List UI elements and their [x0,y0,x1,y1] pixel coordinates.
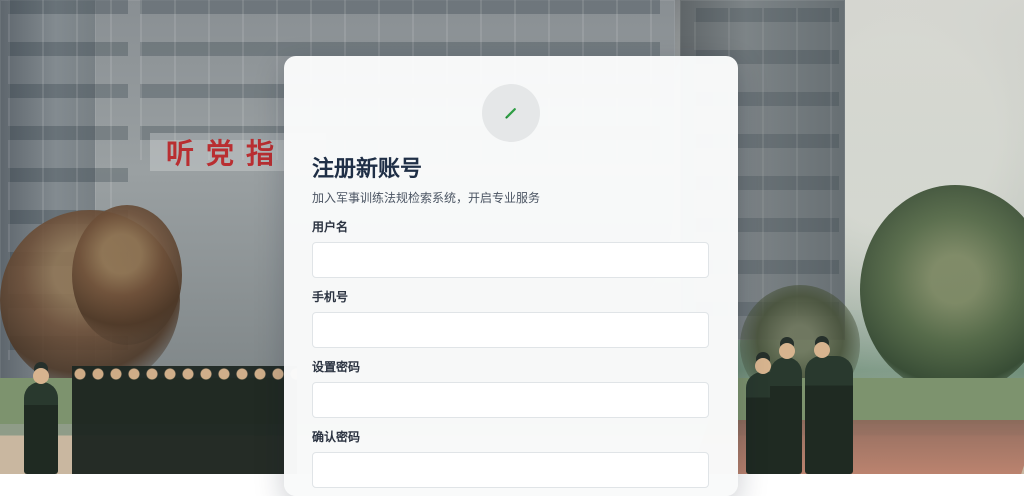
phone-form-group: 手机号 [312,289,709,348]
soldier-formation [72,366,297,474]
password-label: 设置密码 [312,359,709,375]
password-input[interactable] [312,382,709,418]
confirm-password-form-group: 确认密码 [312,429,709,488]
phone-input[interactable] [312,312,709,348]
username-label: 用户名 [312,219,709,235]
logo-circle [482,84,540,142]
left-tree-secondary [72,205,182,345]
pen-icon [502,104,520,122]
username-form-group: 用户名 [312,219,709,278]
soldier-right-3 [770,357,802,474]
confirm-password-label: 确认密码 [312,429,709,445]
phone-label: 手机号 [312,289,709,305]
soldier-left [24,382,58,474]
page-subtitle: 加入军事训练法规检索系统，开启专业服务 [312,190,540,206]
username-input[interactable] [312,242,709,278]
soldier-right-2 [805,356,853,474]
page-title: 注册新账号 [312,154,422,184]
confirm-password-input[interactable] [312,452,709,488]
running-track [691,420,1024,474]
register-card: 注册新账号 加入军事训练法规检索系统，开启专业服务 用户名 手机号 设置密码 确… [284,56,738,496]
password-form-group: 设置密码 [312,359,709,418]
